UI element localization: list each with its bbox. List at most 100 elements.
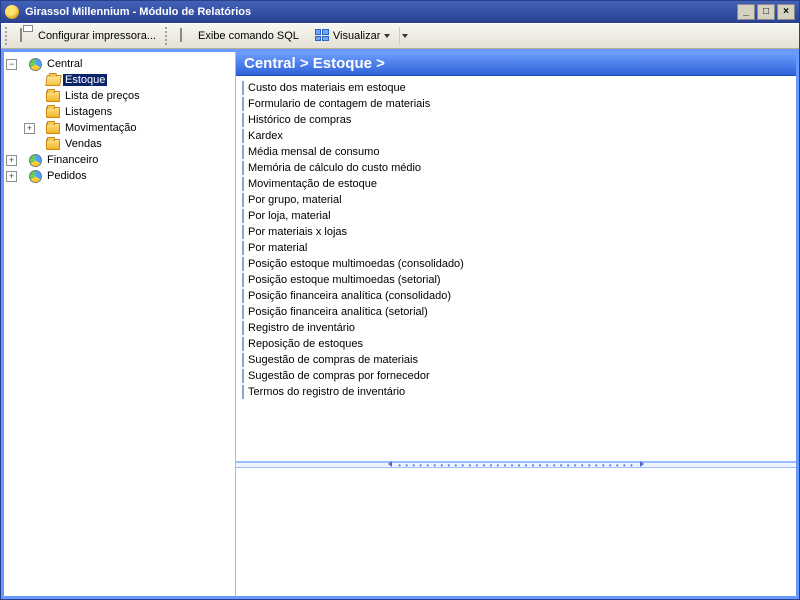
window-controls: _ □ ×	[735, 4, 795, 20]
tree-node-vendas[interactable]: Vendas	[6, 136, 233, 152]
visualize-button[interactable]: Visualizar	[308, 26, 398, 46]
tree-spacer	[24, 91, 35, 102]
document-icon	[242, 290, 244, 302]
tree-label: Central	[45, 58, 84, 70]
tree-node-estoque[interactable]: Estoque	[6, 72, 233, 88]
chevron-down-icon	[402, 34, 408, 38]
report-label: Memória de cálculo do custo médio	[248, 162, 421, 174]
report-item[interactable]: Kardex	[242, 128, 790, 144]
content-area: Central > Estoque > Custo dos materiais …	[236, 52, 796, 596]
report-label: Sugestão de compras por fornecedor	[248, 370, 430, 382]
document-icon	[242, 146, 244, 158]
visualize-dropdown[interactable]	[399, 27, 409, 45]
document-icon	[242, 162, 244, 174]
expand-icon[interactable]: +	[24, 123, 35, 134]
minimize-button[interactable]: _	[737, 4, 755, 20]
tree-label: Pedidos	[45, 170, 89, 182]
tree-node-listagens[interactable]: Listagens	[6, 104, 233, 120]
report-list[interactable]: Custo dos materiais em estoque Formulario…	[236, 76, 796, 404]
report-label: Posição financeira analítica (consolidad…	[248, 290, 451, 302]
document-icon	[242, 194, 244, 206]
report-item[interactable]: Posição estoque multimoedas (setorial)	[242, 272, 790, 288]
report-item[interactable]: Termos do registro de inventário	[242, 384, 790, 400]
report-item[interactable]: Memória de cálculo do custo médio	[242, 160, 790, 176]
report-label: Posição estoque multimoedas (setorial)	[248, 274, 441, 286]
tree-label: Estoque	[63, 74, 107, 86]
document-icon	[242, 370, 244, 382]
document-icon	[242, 82, 244, 94]
toolbar-grip[interactable]	[5, 27, 9, 45]
report-item[interactable]: Por material	[242, 240, 790, 256]
document-icon	[242, 258, 244, 270]
report-item[interactable]: Histórico de compras	[242, 112, 790, 128]
folder-icon	[45, 105, 61, 119]
window-title: Girassol Millennium - Módulo de Relatóri…	[25, 6, 735, 18]
tree-spacer	[24, 107, 35, 118]
report-item[interactable]: Posição financeira analítica (consolidad…	[242, 288, 790, 304]
report-item[interactable]: Por materiais x lojas	[242, 224, 790, 240]
configure-printer-button[interactable]: Configurar impressora...	[13, 26, 163, 46]
tree-node-financeiro[interactable]: + Financeiro	[6, 152, 233, 168]
tree-node-lista_precos[interactable]: Lista de preços	[6, 88, 233, 104]
close-button[interactable]: ×	[777, 4, 795, 20]
report-item[interactable]: Sugestão de compras de materiais	[242, 352, 790, 368]
titlebar[interactable]: Girassol Millennium - Módulo de Relatóri…	[1, 1, 799, 23]
report-item[interactable]: Posição estoque multimoedas (consolidado…	[242, 256, 790, 272]
report-item[interactable]: Registro de inventário	[242, 320, 790, 336]
report-item[interactable]: Reposição de estoques	[242, 336, 790, 352]
breadcrumb-text: Central > Estoque >	[244, 55, 385, 72]
show-sql-button[interactable]: Exibe comando SQL	[173, 26, 306, 46]
app-icon	[5, 5, 19, 19]
tree-label: Vendas	[63, 138, 104, 150]
report-item[interactable]: Por loja, material	[242, 208, 790, 224]
navigation-tree[interactable]: − Central Estoque Lista de preços Listagen…	[4, 52, 236, 596]
tree-node-central[interactable]: − Central	[6, 56, 233, 72]
client-area: − Central Estoque Lista de preços Listagen…	[1, 49, 799, 599]
folder-icon	[45, 137, 61, 151]
module-icon	[27, 57, 43, 71]
report-item[interactable]: Movimentação de estoque	[242, 176, 790, 192]
report-item[interactable]: Custo dos materiais em estoque	[242, 80, 790, 96]
tree-spacer	[24, 139, 35, 150]
report-item[interactable]: Formulario de contagem de materiais	[242, 96, 790, 112]
tree-node-movimentacao[interactable]: +Movimentação	[6, 120, 233, 136]
expand-icon[interactable]: +	[6, 155, 17, 166]
document-icon	[242, 322, 244, 334]
folder-open-icon	[45, 73, 61, 87]
document-icon	[242, 386, 244, 398]
report-list-pane: Central > Estoque > Custo dos materiais …	[236, 52, 796, 462]
breadcrumb: Central > Estoque >	[236, 52, 796, 76]
tree-label: Listagens	[63, 106, 114, 118]
chevron-left-icon	[388, 461, 392, 467]
report-item[interactable]: Sugestão de compras por fornecedor	[242, 368, 790, 384]
tree-node-pedidos[interactable]: + Pedidos	[6, 168, 233, 184]
document-icon	[242, 210, 244, 222]
report-label: Registro de inventário	[248, 322, 355, 334]
tree-spacer	[24, 75, 35, 86]
maximize-button[interactable]: □	[757, 4, 775, 20]
collapse-icon[interactable]: −	[6, 59, 17, 70]
expand-icon[interactable]: +	[6, 171, 17, 182]
report-label: Kardex	[248, 130, 283, 142]
document-icon	[242, 98, 244, 110]
chevron-down-icon	[384, 34, 390, 38]
show-sql-label: Exibe comando SQL	[198, 30, 299, 42]
folder-icon	[45, 89, 61, 103]
folder-icon	[45, 121, 61, 135]
document-icon	[242, 130, 244, 142]
grid-icon	[315, 29, 329, 43]
configure-printer-label: Configurar impressora...	[38, 30, 156, 42]
report-label: Posição estoque multimoedas (consolidado…	[248, 258, 464, 270]
report-label: Por loja, material	[248, 210, 331, 222]
tree-label: Financeiro	[45, 154, 100, 166]
toolbar-grip-2[interactable]	[165, 27, 169, 45]
detail-pane	[236, 468, 796, 596]
document-icon	[242, 338, 244, 350]
report-label: Termos do registro de inventário	[248, 386, 405, 398]
document-icon	[242, 114, 244, 126]
report-item[interactable]: Média mensal de consumo	[242, 144, 790, 160]
report-item[interactable]: Por grupo, material	[242, 192, 790, 208]
report-label: Posição financeira analítica (setorial)	[248, 306, 428, 318]
report-label: Custo dos materiais em estoque	[248, 82, 406, 94]
report-item[interactable]: Posição financeira analítica (setorial)	[242, 304, 790, 320]
